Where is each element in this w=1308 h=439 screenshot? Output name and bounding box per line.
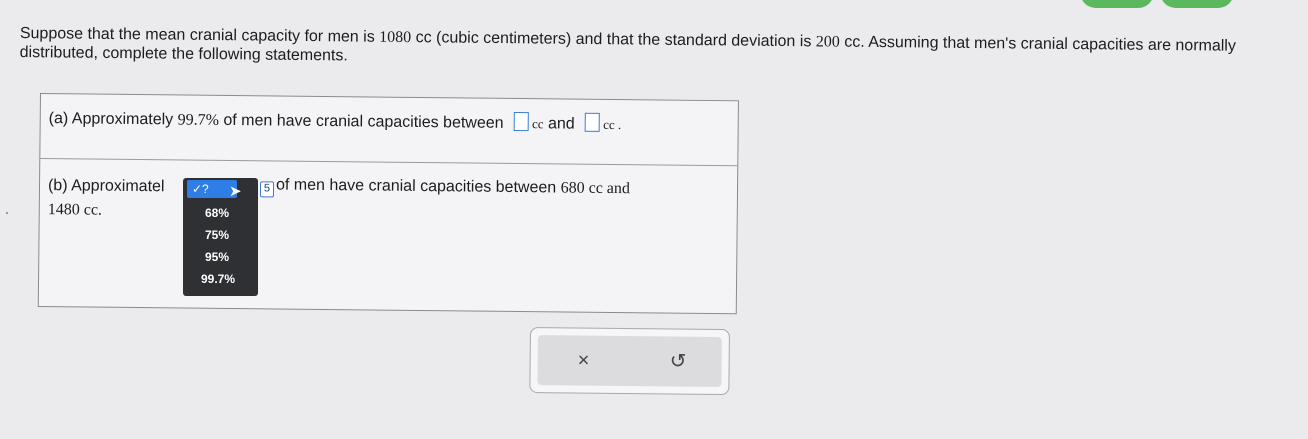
dropdown-option-95[interactable]: 95% (205, 250, 229, 264)
answer-panel: (a) Approximately 99.7% of men have cran… (37, 93, 739, 315)
dropdown-option-75[interactable]: 75% (205, 228, 229, 242)
undo-icon[interactable]: ↺ (670, 348, 687, 373)
divider (40, 158, 738, 167)
page-mark (6, 212, 8, 214)
part-a-lower-input[interactable] (513, 111, 530, 132)
part-a-statement: (a) Approximately 99.7% of men have cran… (48, 110, 622, 133)
mouse-cursor-icon: ➤ (229, 183, 242, 200)
part-b-rest: of men have cranial capacities between 6… (275, 176, 631, 198)
action-bar-inner: × ↺ (537, 335, 722, 388)
top-button-2[interactable] (1160, 0, 1234, 8)
question-text: Suppose that the mean cranial capacity f… (19, 24, 1237, 65)
dropdown-option-99-7[interactable]: 99.7% (201, 272, 235, 286)
part-a-upper-input[interactable] (585, 112, 601, 132)
top-button-1[interactable] (1080, 0, 1154, 8)
part-b-percent-select[interactable]: 5 (259, 181, 275, 198)
dropdown-option-68[interactable]: 68% (205, 206, 229, 220)
action-bar: × ↺ (529, 327, 730, 396)
percent-dropdown-menu[interactable]: ✓? ➤ 68% 75% 95% 99.7% (183, 178, 258, 296)
clear-icon[interactable]: × (578, 350, 590, 373)
